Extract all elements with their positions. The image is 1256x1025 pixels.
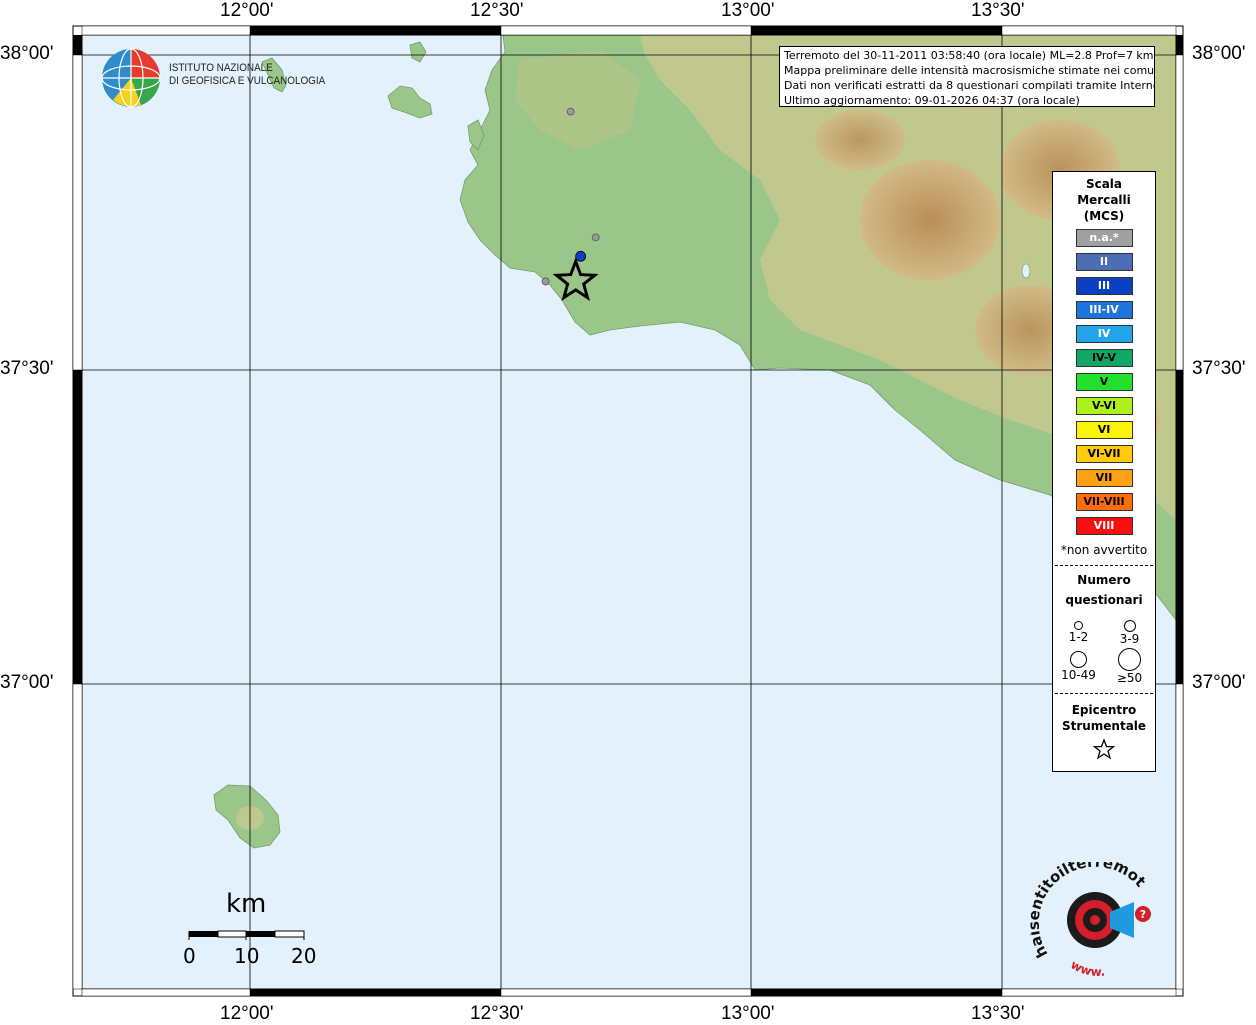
event-info-box: Terremoto del 30-11-2011 03:58:40 (ora l… xyxy=(779,46,1155,107)
tick-top-4: 13°30' xyxy=(971,0,1025,21)
scale-item-iii: III xyxy=(1075,277,1133,295)
tick-bottom-3: 13°00' xyxy=(721,1003,775,1024)
circle-icon xyxy=(1070,650,1087,668)
haisentito-logo: haisentitoilterremoto.it www. ? xyxy=(1025,848,1160,979)
legend-title-2: Mercalli xyxy=(1077,193,1131,207)
questionnaire-size-1: 1-2 xyxy=(1053,614,1104,646)
questionnaire-size-2: 3-9 xyxy=(1104,614,1155,646)
scalebar-unit: km xyxy=(226,889,267,919)
scale-item-vi: VI xyxy=(1075,421,1133,439)
questionnaire-title: Numero questionari xyxy=(1053,570,1155,610)
scale-item-v: V xyxy=(1075,373,1133,391)
questionnaire-size-label: 10-49 xyxy=(1061,667,1096,682)
scale-item-vii: VII xyxy=(1075,469,1133,487)
scale-item-viii: VIII xyxy=(1075,517,1133,535)
circle-icon xyxy=(1118,647,1141,671)
globe-icon xyxy=(101,48,161,108)
questionnaire-title-1: Numero xyxy=(1077,573,1131,587)
mountains-1 xyxy=(860,160,1000,280)
tick-bottom-1: 12°00' xyxy=(220,1003,274,1024)
scale-item-iiiiv: III-IV xyxy=(1075,301,1133,319)
tick-bottom-2: 12°30' xyxy=(470,1003,524,1024)
tick-right-2: 37°30' xyxy=(1192,358,1246,379)
legend-title: Scala Mercalli (MCS) xyxy=(1053,176,1155,224)
svg-text:www.: www. xyxy=(1068,958,1105,977)
scale-item-ii: II xyxy=(1075,253,1133,271)
legend-note: *non avvertito xyxy=(1060,543,1148,557)
scalebar-label-20: 20 xyxy=(291,944,317,968)
ingv-line-2: DI GEOFISICA E VULCANOLOGIA xyxy=(169,75,326,87)
locality-marker-3 xyxy=(541,277,550,286)
ingv-line-1: ISTITUTO NAZIONALE xyxy=(169,62,273,74)
scale-item-vivii: VI-VII xyxy=(1075,445,1133,463)
questionnaire-size-4: ≥50 xyxy=(1104,647,1155,685)
scale-item-na: n.a.* xyxy=(1075,229,1133,247)
questionnaire-size-label: ≥50 xyxy=(1116,670,1143,685)
questionnaire-size-label: 1-2 xyxy=(1068,630,1089,644)
legend-separator-1 xyxy=(1055,565,1153,566)
ingv-logo: ISTITUTO NAZIONALE DI GEOFISICA E VULCAN… xyxy=(101,48,325,110)
tick-left-2: 37°30' xyxy=(0,358,54,379)
circle-icon xyxy=(1123,619,1136,632)
intensity-point-1[interactable] xyxy=(575,250,587,262)
event-info-line-1: Terremoto del 30-11-2011 03:58:40 (ora l… xyxy=(784,49,1154,62)
locality-marker-1 xyxy=(566,107,575,116)
tick-bottom-4: 13°30' xyxy=(971,1003,1025,1024)
tick-right-3: 37°00' xyxy=(1192,672,1246,693)
scale-item-iv: IV xyxy=(1075,325,1133,343)
scale-item-ivv: IV-V xyxy=(1075,349,1133,367)
mcs-legend: Scala Mercalli (MCS) n.a.* II III III-IV IV I… xyxy=(1052,171,1156,772)
intensity-scale: n.a.* II III III-IV IV IV-V V V-VI VI VI-VII VII VI… xyxy=(1053,229,1155,535)
tick-left-3: 37°00' xyxy=(0,672,54,693)
event-info-line-4: Ultimo aggiornamento: 09-01-2026 04:37 (… xyxy=(784,94,1080,107)
ingv-name: ISTITUTO NAZIONALE DI GEOFISICA E VULCAN… xyxy=(169,62,325,88)
scale-item-vvi: V-VI xyxy=(1075,397,1133,415)
epicenter-title-2: Strumentale xyxy=(1061,718,1147,733)
tick-right-1: 38°00' xyxy=(1192,43,1246,64)
legend-title-1: Scala xyxy=(1085,177,1123,191)
haisentito-www: www. xyxy=(1068,958,1105,980)
tick-top-3: 13°00' xyxy=(721,0,775,21)
tick-top-2: 12°30' xyxy=(470,0,524,21)
locality-marker-2 xyxy=(591,233,600,242)
scale-item-viiviii: VII-VIII xyxy=(1075,493,1133,511)
questionnaire-size-label: 3-9 xyxy=(1119,631,1140,646)
epicenter-legend-star-icon xyxy=(1053,737,1155,764)
event-info-line-2: Mappa preliminare delle intensità macros… xyxy=(784,64,1155,77)
legend-title-3: (MCS) xyxy=(1083,209,1125,223)
questionnaire-title-2: questionari xyxy=(1065,593,1143,607)
questionnaire-size-3: 10-49 xyxy=(1053,648,1104,685)
mountains-4 xyxy=(815,110,905,170)
event-info-line-3: Dati non verificati estratti da 8 questi… xyxy=(784,79,1155,92)
question-mark-icon: ? xyxy=(1140,908,1146,921)
tick-left-1: 38°00' xyxy=(0,43,54,64)
questionnaire-sizes: 1-2 3-9 10-49 ≥50 xyxy=(1053,614,1155,685)
lake xyxy=(1021,263,1031,279)
scalebar-label-10: 10 xyxy=(234,944,260,968)
circle-icon xyxy=(1074,621,1083,630)
tick-top-1: 12°00' xyxy=(220,0,274,21)
epicenter-title-1: Epicentro xyxy=(1071,702,1137,717)
epicenter-legend-title: Epicentro Strumentale xyxy=(1053,702,1155,734)
legend-separator-2 xyxy=(1055,692,1153,694)
scalebar xyxy=(188,930,305,940)
scalebar-label-0: 0 xyxy=(183,944,196,968)
